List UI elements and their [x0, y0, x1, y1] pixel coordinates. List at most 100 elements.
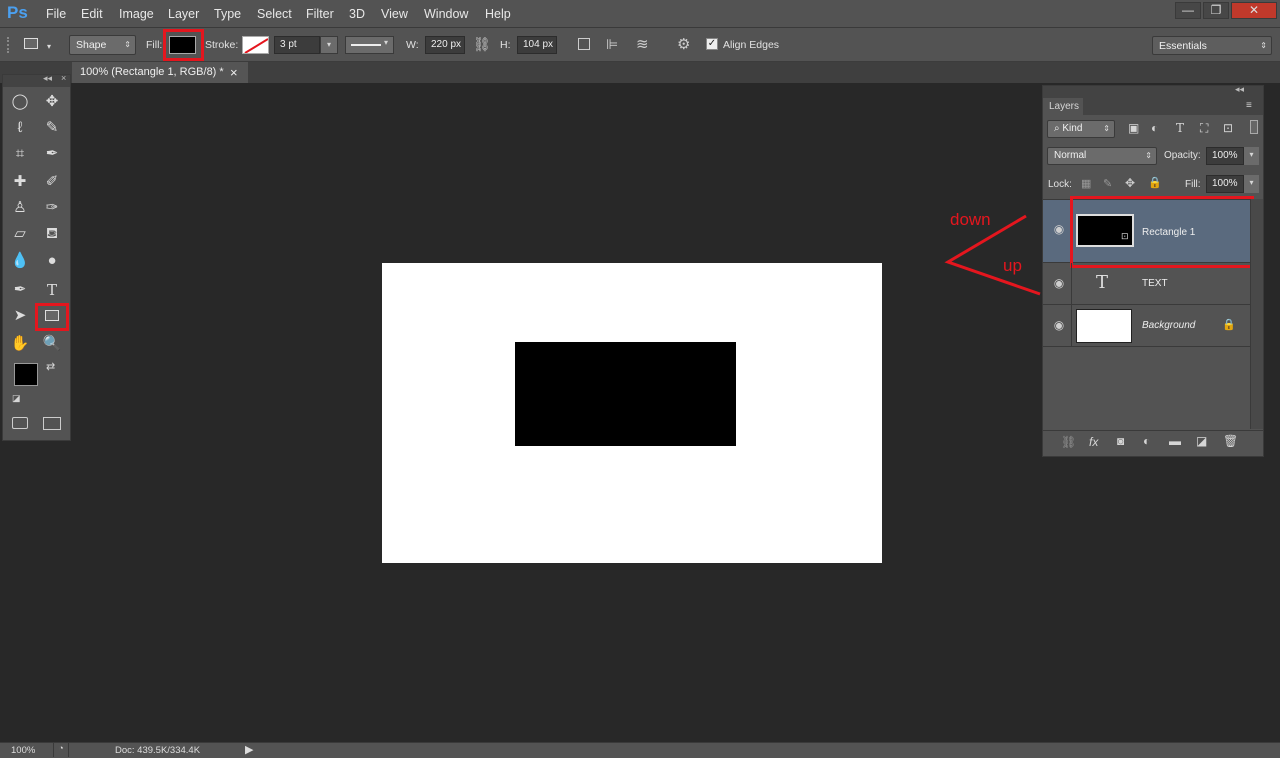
workspace-dropdown[interactable]: Essentials ⇕: [1152, 36, 1272, 55]
menu-edit[interactable]: Edit: [81, 7, 103, 21]
workspace-label: Essentials: [1159, 40, 1207, 52]
lock-position-icon[interactable]: ✥: [1125, 176, 1135, 190]
elliptical-marquee-icon[interactable]: ◯: [5, 90, 35, 114]
menu-type[interactable]: Type: [214, 7, 241, 21]
default-colors-icon[interactable]: ◪: [12, 393, 21, 404]
close-button[interactable]: ✕: [1231, 2, 1277, 19]
fx-icon[interactable]: fx: [1089, 435, 1098, 449]
menu-help[interactable]: Help: [485, 7, 511, 21]
menu-view[interactable]: View: [381, 7, 408, 21]
fill-opacity-input[interactable]: 100%: [1206, 175, 1244, 193]
trash-icon[interactable]: 🗑: [1223, 434, 1238, 448]
smart-object-filter-icon[interactable]: ⊡: [1223, 121, 1233, 135]
adjustment-layer-icon[interactable]: ◐: [1143, 434, 1150, 448]
blur-icon[interactable]: 💧: [5, 249, 35, 273]
adjustment-filter-icon[interactable]: ◐: [1151, 121, 1158, 135]
minimize-button[interactable]: —: [1175, 2, 1201, 19]
crop-icon[interactable]: ⌗: [5, 142, 35, 166]
opacity-chevron-icon[interactable]: ▾: [1244, 147, 1259, 165]
document-tab[interactable]: 100% (Rectangle 1, RGB/8) * ×: [72, 62, 248, 83]
quick-selection-icon[interactable]: ✎: [37, 116, 67, 140]
export-icon[interactable]: ◔: [53, 743, 69, 757]
lock-transparency-icon[interactable]: ▦: [1081, 177, 1091, 190]
opacity-input[interactable]: 100%: [1206, 147, 1244, 165]
zoom-level[interactable]: 100%: [11, 745, 35, 756]
path-operations-icon[interactable]: [578, 38, 590, 50]
filter-toggle[interactable]: [1250, 120, 1258, 134]
lock-pixels-icon[interactable]: ✎: [1103, 177, 1112, 190]
pixel-filter-icon[interactable]: ▣: [1128, 121, 1139, 135]
pen-icon[interactable]: ✒: [5, 278, 35, 302]
type-tool-icon[interactable]: T: [37, 278, 67, 302]
fill-chevron-icon[interactable]: ▾: [1244, 175, 1259, 193]
swap-colors-icon[interactable]: ⇄: [46, 360, 55, 373]
height-input[interactable]: 104 px: [517, 36, 557, 54]
layer-row[interactable]: ◉ Background 🔒: [1043, 305, 1250, 347]
shape-tool-preset-icon[interactable]: [24, 38, 38, 49]
link-icon[interactable]: ⛓: [473, 36, 491, 53]
tools-panel-header[interactable]: ◂◂ ×: [3, 73, 70, 87]
tool-mode-dropdown[interactable]: Shape ⇕: [69, 35, 136, 55]
gear-icon[interactable]: ⚙: [677, 35, 690, 53]
preset-chevron-icon[interactable]: ▾: [47, 42, 51, 51]
zoom-icon[interactable]: 🔍: [37, 332, 67, 356]
close-tab-icon[interactable]: ×: [230, 62, 238, 83]
menu-3d[interactable]: 3D: [349, 7, 365, 21]
document-canvas[interactable]: [382, 263, 882, 563]
stroke-width-input[interactable]: 3 pt: [274, 36, 320, 54]
panel-menu-icon[interactable]: ≡: [1246, 100, 1252, 111]
stroke-swatch[interactable]: [242, 36, 269, 54]
type-filter-icon[interactable]: T: [1176, 121, 1184, 135]
blend-mode-label: Normal: [1054, 150, 1087, 161]
align-edges-checkbox[interactable]: ✓: [706, 38, 718, 50]
path-alignment-icon[interactable]: ⊫: [606, 36, 618, 53]
black-rectangle-shape[interactable]: [515, 342, 736, 446]
eyedropper-icon[interactable]: ✒: [37, 142, 67, 166]
menu-file[interactable]: File: [46, 7, 66, 21]
lock-all-icon[interactable]: 🔒: [1148, 176, 1162, 189]
new-layer-icon[interactable]: ◪: [1196, 434, 1207, 448]
menu-window[interactable]: Window: [424, 7, 468, 21]
paint-bucket-icon[interactable]: ⛾: [37, 222, 67, 246]
collapse-icon[interactable]: ◂◂: [43, 73, 52, 84]
clone-stamp-icon[interactable]: ♙: [5, 196, 35, 220]
menu-image[interactable]: Image: [119, 7, 154, 21]
add-mask-icon[interactable]: ◙: [1117, 434, 1124, 448]
layers-scrollbar[interactable]: [1250, 199, 1263, 429]
status-menu-arrow-icon[interactable]: ▶: [245, 743, 253, 756]
hand-icon[interactable]: ✋: [5, 332, 35, 356]
menu-layer[interactable]: Layer: [168, 7, 199, 21]
shape-filter-icon[interactable]: ⛶: [1200, 121, 1208, 136]
dodge-icon[interactable]: ●: [37, 249, 67, 273]
width-input[interactable]: 220 px: [425, 36, 465, 54]
eye-icon[interactable]: ◉: [1052, 222, 1066, 236]
close-panel-icon[interactable]: ×: [61, 73, 66, 83]
eye-icon[interactable]: ◉: [1052, 318, 1066, 332]
link-layers-icon[interactable]: ⛓: [1061, 435, 1076, 449]
layer-name: Background: [1142, 320, 1196, 331]
collapse-icon[interactable]: ◂◂: [1235, 84, 1244, 95]
restore-button[interactable]: ❐: [1203, 2, 1229, 19]
stroke-type-dropdown[interactable]: ▾: [345, 36, 394, 54]
screen-mode-icon[interactable]: [43, 417, 61, 430]
spot-healing-icon[interactable]: ✚: [5, 170, 35, 194]
layer-row[interactable]: ◉ T TEXT: [1043, 263, 1250, 305]
layers-tab[interactable]: Layers: [1043, 98, 1083, 115]
brush-icon[interactable]: ✐: [37, 170, 67, 194]
stroke-width-chevron-icon[interactable]: ▾: [320, 36, 338, 54]
foreground-color-swatch[interactable]: [14, 363, 38, 386]
path-arrangement-icon[interactable]: ≋: [636, 35, 649, 53]
kind-filter-dropdown[interactable]: ⌕ Kind ⇕: [1047, 120, 1115, 138]
path-selection-icon[interactable]: ➤: [5, 304, 35, 328]
eraser-icon[interactable]: ▱: [5, 222, 35, 246]
menu-select[interactable]: Select: [257, 7, 292, 21]
new-group-icon[interactable]: ▬: [1169, 434, 1181, 448]
updown-icon: ⇕: [1103, 124, 1110, 133]
eye-icon[interactable]: ◉: [1052, 276, 1066, 290]
move-tool-icon[interactable]: ✥: [37, 90, 67, 114]
quick-mask-icon[interactable]: [12, 417, 28, 429]
history-brush-icon[interactable]: ✑: [37, 196, 67, 220]
lasso-icon[interactable]: ℓ: [5, 116, 35, 140]
menu-filter[interactable]: Filter: [306, 7, 334, 21]
blend-mode-dropdown[interactable]: Normal ⇕: [1047, 147, 1157, 165]
